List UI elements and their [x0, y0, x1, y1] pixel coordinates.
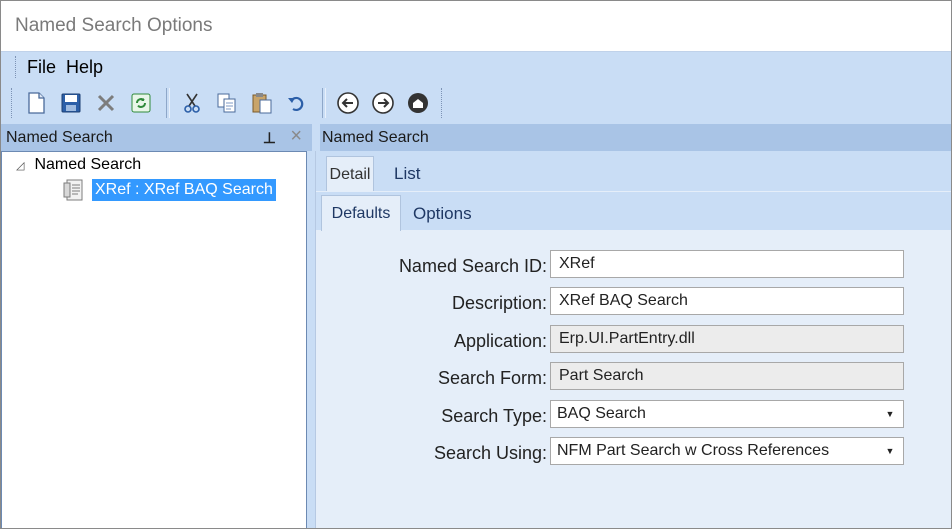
application-label: Application:	[453, 331, 547, 351]
tab-list[interactable]: List	[394, 164, 420, 184]
arrow-right-icon	[372, 92, 394, 114]
header-splitter	[312, 124, 320, 151]
new-button[interactable]	[22, 89, 50, 117]
panel-headers: Named Search ⊥ × Named Search	[1, 124, 951, 151]
collapse-triangle-icon[interactable]: ◿	[16, 159, 24, 172]
named-search-node-icon	[63, 179, 83, 201]
search-type-label: Search Type:	[441, 406, 547, 426]
back-button[interactable]	[334, 89, 362, 117]
description-label: Description:	[451, 293, 547, 313]
search-form-label: Search Form:	[437, 368, 547, 388]
undo-icon	[288, 96, 304, 112]
window-title: Named Search Options	[15, 15, 213, 36]
tree-root-label: Named Search	[34, 156, 142, 173]
undo-button[interactable]	[283, 89, 311, 117]
refresh-icon	[131, 93, 151, 113]
scissors-icon	[184, 93, 200, 113]
panel-splitter[interactable]	[307, 151, 315, 528]
left-panel-header: Named Search ⊥ ×	[1, 124, 312, 151]
toolbar-separator	[322, 88, 326, 118]
toolbar-separator	[166, 88, 170, 118]
content-area: ◿ Named Search XRef : XRef BAQ Search De…	[1, 151, 951, 528]
chevron-down-icon[interactable]: ▼	[877, 401, 903, 427]
tree-panel: ◿ Named Search XRef : XRef BAQ Search	[1, 151, 307, 528]
arrow-left-icon	[337, 92, 359, 114]
save-button[interactable]	[57, 89, 85, 117]
tree-child-node[interactable]: XRef : XRef BAQ Search	[62, 177, 276, 203]
search-using-value: NFM Part Search w Cross References	[557, 442, 830, 459]
tab-options[interactable]: Options	[413, 204, 472, 224]
search-form-row: Search Form: Part Search	[316, 362, 951, 394]
delete-button[interactable]	[92, 89, 120, 117]
left-panel-title: Named Search	[6, 128, 113, 146]
detail-panel: Detail List Defaults Options Named Searc…	[315, 151, 951, 528]
refresh-button[interactable]	[127, 89, 155, 117]
sub-tab-strip: Defaults Options	[316, 191, 951, 231]
description-field[interactable]: XRef BAQ Search	[550, 287, 904, 315]
right-panel-header: Named Search	[320, 124, 951, 151]
menu-help[interactable]: Help	[66, 57, 103, 78]
forward-button[interactable]	[369, 89, 397, 117]
description-row: Description: XRef BAQ Search	[316, 287, 951, 319]
copy-icon	[217, 93, 236, 113]
main-tab-strip: Detail List	[316, 151, 951, 192]
application-row: Application: Erp.UI.PartEntry.dll	[316, 325, 951, 357]
chevron-down-icon[interactable]: ▼	[877, 438, 903, 464]
named-search-options-window: Named Search Options File Help Named Sea…	[0, 0, 952, 529]
application-field: Erp.UI.PartEntry.dll	[550, 325, 904, 353]
cut-button[interactable]	[178, 89, 206, 117]
home-button[interactable]	[404, 89, 432, 117]
menu-file[interactable]: File	[27, 57, 56, 78]
menu-grip[interactable]	[15, 56, 19, 78]
tree-root-node[interactable]: ◿ Named Search	[16, 156, 141, 174]
tree-child-label[interactable]: XRef : XRef BAQ Search	[92, 179, 276, 201]
save-icon	[61, 93, 81, 113]
delete-x-icon	[97, 94, 115, 112]
search-type-value: BAQ Search	[557, 405, 646, 422]
search-using-dropdown[interactable]: NFM Part Search w Cross References ▼	[550, 437, 904, 465]
new-document-icon	[28, 92, 45, 114]
right-panel-title: Named Search	[322, 128, 429, 146]
pin-icon[interactable]: ⊥	[263, 129, 276, 147]
home-icon	[408, 93, 428, 113]
search-type-dropdown[interactable]: BAQ Search ▼	[550, 400, 904, 428]
toolbar-grip[interactable]	[11, 88, 14, 118]
toolbar	[1, 82, 951, 124]
named-search-id-field[interactable]: XRef	[550, 250, 904, 278]
search-using-label: Search Using:	[433, 443, 547, 463]
toolbar-grip-end	[441, 88, 444, 118]
close-icon[interactable]: ×	[290, 125, 302, 148]
named-search-id-label: Named Search ID:	[398, 256, 547, 276]
copy-button[interactable]	[213, 89, 241, 117]
tab-detail[interactable]: Detail	[326, 156, 374, 192]
tab-defaults[interactable]: Defaults	[321, 195, 401, 231]
named-search-id-row: Named Search ID: XRef	[316, 250, 951, 282]
search-using-row: Search Using: NFM Part Search w Cross Re…	[316, 437, 951, 469]
menu-bar: File Help	[1, 51, 951, 82]
search-type-row: Search Type: BAQ Search ▼	[316, 400, 951, 432]
paste-icon	[252, 93, 272, 114]
window-titlebar: Named Search Options	[1, 1, 951, 51]
search-form-field: Part Search	[550, 362, 904, 390]
paste-button[interactable]	[248, 89, 276, 117]
